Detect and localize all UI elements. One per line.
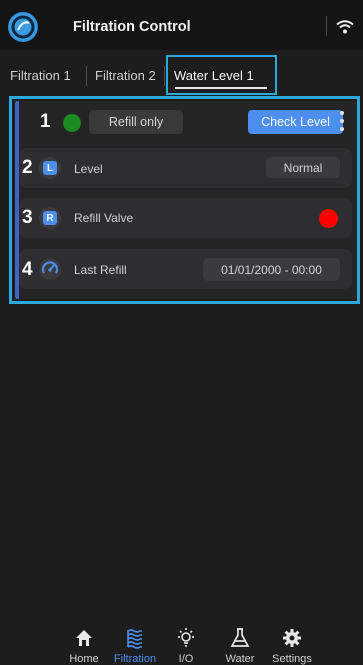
level-icon: L [39, 157, 61, 179]
level-label: Level [74, 162, 103, 176]
nav-settings-label: Settings [272, 653, 312, 665]
tab-filtration-2[interactable]: Filtration 2 [95, 68, 156, 83]
app-logo-icon [8, 12, 38, 42]
marker-2: 2 [22, 157, 33, 178]
tab-separator [86, 66, 87, 86]
refill-valve-icon: R [39, 207, 61, 229]
nav-settings[interactable]: Settings [262, 615, 322, 665]
wifi-icon[interactable] [336, 20, 354, 34]
refill-valve-label: Refill Valve [74, 211, 134, 225]
lightbulb-icon [175, 627, 197, 649]
bottom-nav: Home Filtration I/O Water Settings [0, 615, 363, 665]
tab-separator [164, 66, 165, 86]
nav-water-label: Water [225, 653, 255, 665]
level-value: Normal [266, 157, 340, 178]
check-level-button[interactable]: Check Level [248, 110, 343, 134]
nav-io[interactable]: I/O [156, 615, 216, 665]
gear-icon [281, 627, 303, 649]
active-tab-highlight [166, 55, 277, 95]
refill-only-button[interactable]: Refill only [89, 110, 183, 134]
header-divider [326, 16, 327, 36]
active-tab-underline [175, 87, 267, 89]
status-indicator [63, 114, 81, 132]
gauge-icon [39, 258, 61, 280]
app-header: Filtration Control [0, 0, 363, 50]
filtration-icon [124, 627, 146, 649]
home-icon [73, 627, 95, 649]
last-refill-label: Last Refill [74, 263, 127, 277]
nav-water[interactable]: Water [210, 615, 270, 665]
refill-valve-row [19, 198, 352, 238]
flask-icon [229, 627, 251, 649]
nav-io-label: I/O [178, 653, 194, 665]
marker-4: 4 [22, 259, 33, 280]
more-options-icon[interactable] [340, 111, 344, 131]
app-title: Filtration Control [73, 19, 191, 35]
marker-1: 1 [40, 111, 51, 132]
last-refill-value: 01/01/2000 - 00:00 [203, 258, 340, 281]
marker-3: 3 [22, 207, 33, 228]
tab-filtration-1[interactable]: Filtration 1 [10, 68, 71, 83]
refill-valve-status-dot [319, 209, 338, 228]
